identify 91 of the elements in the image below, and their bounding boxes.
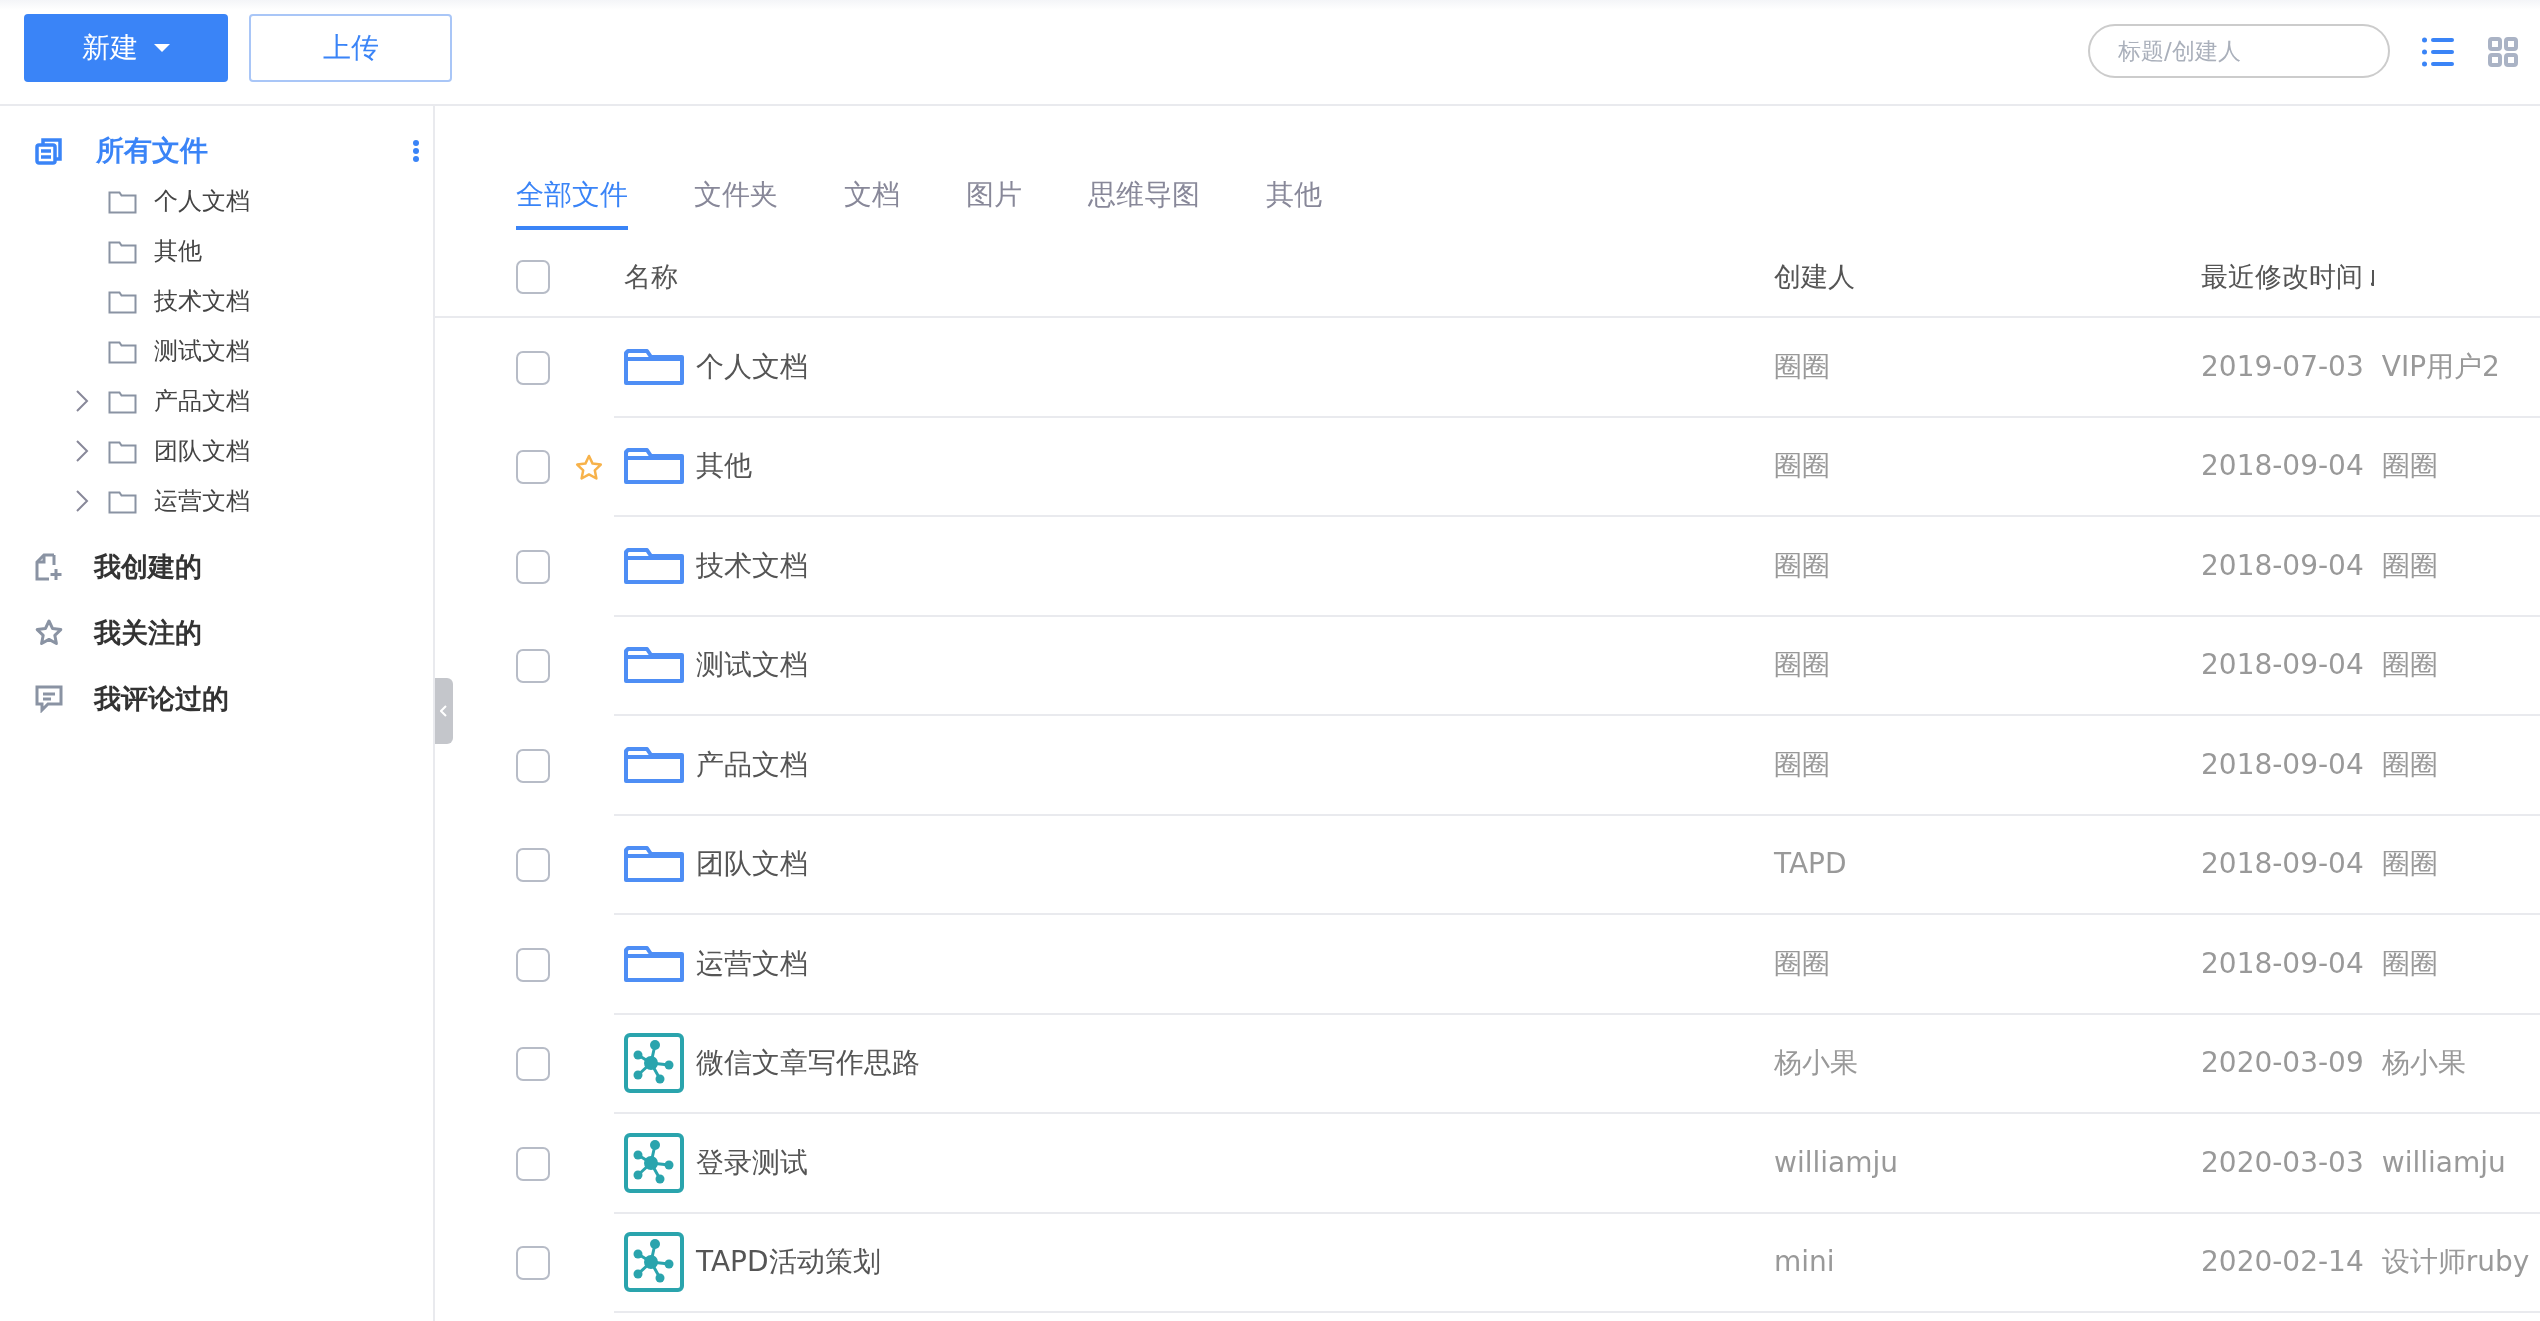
modifier-name: 设计师ruby — [2381, 1244, 2530, 1281]
creator-name: TAPD — [1774, 846, 1847, 883]
row-checkbox[interactable] — [516, 549, 550, 584]
creator-name: williamju — [1774, 1144, 1898, 1181]
folder-item[interactable]: 团队文档 — [154, 433, 250, 469]
grid-view-button[interactable] — [2488, 37, 2520, 67]
row-checkbox[interactable] — [516, 1047, 550, 1082]
row-checkbox[interactable] — [516, 947, 550, 982]
mind-map-icon — [624, 1033, 684, 1094]
modified-date: 2020-02-14 — [2201, 1244, 2364, 1281]
file-name[interactable]: 登录测试 — [696, 1141, 808, 1184]
modifier-name: williamju — [2381, 1144, 2506, 1181]
modified-date: 2019-07-03 — [2201, 348, 2364, 385]
creator-name: 圈圈 — [1774, 945, 1830, 982]
modifier-name: VIP用户2 — [2381, 348, 2500, 385]
select-all-checkbox[interactable] — [516, 260, 550, 294]
creator-name: 圈圈 — [1774, 547, 1830, 584]
row-checkbox[interactable] — [516, 350, 550, 385]
comment-icon — [35, 685, 63, 713]
modified-date: 2018-09-04 — [2201, 945, 2364, 982]
row-checkbox[interactable] — [516, 1246, 550, 1281]
column-header[interactable]: 最近修改时间 — [2201, 256, 2363, 298]
new-button[interactable]: 新建 — [24, 14, 228, 82]
row-checkbox[interactable] — [516, 450, 550, 485]
file-name[interactable]: 微信文章写作思路 — [696, 1042, 920, 1085]
creator-name: 圈圈 — [1774, 448, 1830, 485]
collapse-handle[interactable] — [435, 678, 453, 744]
modifier-name: 杨小果 — [2381, 1045, 2466, 1082]
sidebar-item[interactable]: 我创建的 — [94, 546, 202, 588]
all-files-item[interactable]: 所有文件 — [96, 130, 208, 172]
list-icon — [2422, 37, 2454, 67]
folder-item[interactable]: 个人文档 — [154, 183, 250, 219]
row-checkbox[interactable] — [516, 848, 550, 883]
creator-name: 圈圈 — [1774, 348, 1830, 385]
file-name[interactable]: 技术文档 — [696, 544, 808, 587]
file-name[interactable]: 个人文档 — [696, 345, 808, 388]
modifier-name: 圈圈 — [2381, 647, 2438, 684]
search-field[interactable]: 标题/创建人 — [2088, 24, 2390, 78]
modified-date: 2018-09-04 — [2201, 846, 2364, 883]
row-checkbox[interactable] — [516, 1146, 550, 1181]
sidebar-item[interactable]: 我关注的 — [94, 612, 202, 654]
modified-date: 2018-09-04 — [2201, 448, 2364, 485]
folder-icon — [624, 844, 684, 885]
folder-item[interactable]: 产品文档 — [154, 383, 250, 419]
folder-item[interactable]: 其他 — [154, 233, 202, 269]
file-name[interactable]: 测试文档 — [696, 644, 808, 687]
tab[interactable]: 全部文件 — [516, 168, 628, 230]
mind-map-icon — [624, 1132, 684, 1193]
modified-date: 2018-09-04 — [2201, 647, 2364, 684]
folder-item[interactable]: 运营文档 — [154, 483, 250, 519]
creator-name: 圈圈 — [1774, 746, 1830, 783]
file-name[interactable]: 其他 — [696, 445, 752, 488]
creator-name: 圈圈 — [1774, 647, 1830, 684]
modified-date: 2018-09-04 — [2201, 746, 2364, 783]
upload-button[interactable]: 上传 — [249, 14, 452, 82]
grid-icon — [2488, 37, 2520, 67]
modified-date: 2020-03-09 — [2201, 1045, 2364, 1082]
sort-icon — [2371, 268, 2376, 286]
folder-icon — [624, 744, 684, 785]
more-icon — [413, 140, 419, 162]
modifier-name: 圈圈 — [2381, 846, 2438, 883]
row-checkbox[interactable] — [516, 748, 550, 783]
creator-name: mini — [1774, 1244, 1835, 1281]
column-header: 创建人 — [1774, 259, 1855, 294]
caret-icon — [154, 44, 170, 52]
mind-map-icon — [624, 1232, 684, 1293]
column-header: 名称 — [624, 259, 678, 294]
file-name[interactable]: 团队文档 — [696, 843, 808, 886]
files-icon — [35, 137, 63, 165]
folder-item[interactable]: 测试文档 — [154, 333, 250, 369]
folder-icon — [624, 346, 684, 387]
modified-date: 2020-03-03 — [2201, 1144, 2364, 1181]
folder-icon — [624, 943, 684, 984]
sidebar-item[interactable]: 我评论过的 — [94, 678, 229, 720]
folder-icon — [624, 545, 684, 586]
modifier-name: 圈圈 — [2381, 547, 2438, 584]
creator-name: 杨小果 — [1774, 1045, 1858, 1082]
modified-date: 2018-09-04 — [2201, 547, 2364, 584]
modifier-name: 圈圈 — [2381, 945, 2438, 982]
star-icon — [35, 619, 63, 647]
folder-item[interactable]: 技术文档 — [154, 283, 250, 319]
add-document-icon — [35, 553, 63, 581]
modifier-name: 圈圈 — [2381, 746, 2438, 783]
folder-icon — [624, 446, 684, 487]
modifier-name: 圈圈 — [2381, 448, 2438, 485]
list-view-button[interactable] — [2422, 37, 2454, 67]
file-name[interactable]: TAPD活动策划 — [696, 1241, 881, 1284]
file-name[interactable]: 产品文档 — [696, 743, 808, 786]
row-checkbox[interactable] — [516, 649, 550, 684]
file-name[interactable]: 运营文档 — [696, 942, 808, 985]
folder-icon — [624, 645, 684, 686]
